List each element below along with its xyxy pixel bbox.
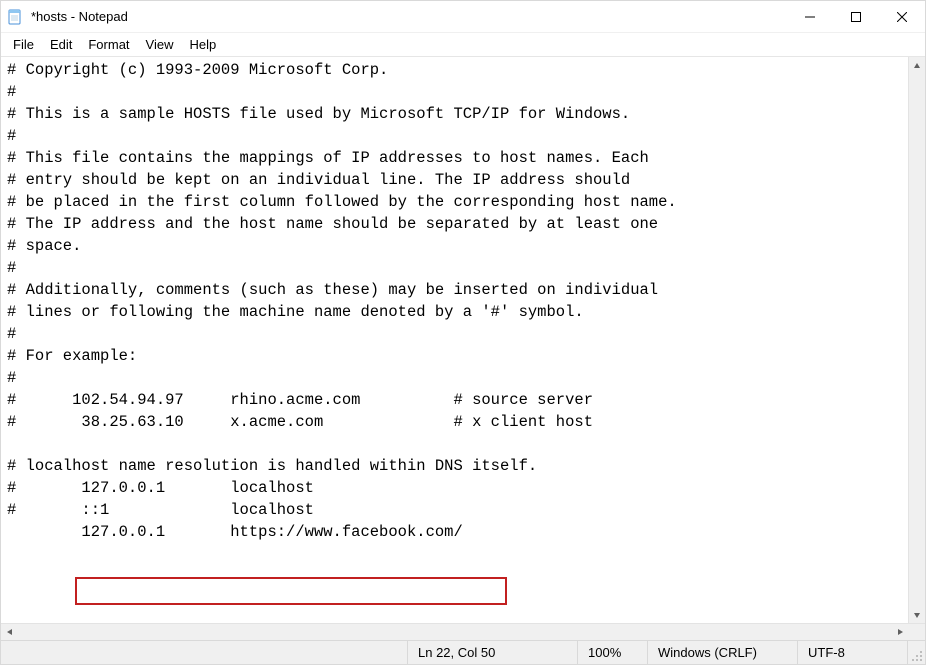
menu-help[interactable]: Help bbox=[181, 35, 224, 54]
text-editor[interactable]: # Copyright (c) 1993-2009 Microsoft Corp… bbox=[1, 57, 908, 623]
menu-file[interactable]: File bbox=[5, 35, 42, 54]
status-line-ending: Windows (CRLF) bbox=[647, 641, 797, 664]
minimize-button[interactable] bbox=[787, 1, 833, 33]
statusbar: Ln 22, Col 50 100% Windows (CRLF) UTF-8 bbox=[1, 640, 925, 664]
hscroll-track[interactable] bbox=[18, 624, 891, 640]
window-title: *hosts - Notepad bbox=[29, 9, 128, 24]
status-position: Ln 22, Col 50 bbox=[407, 641, 577, 664]
editor-wrap: # Copyright (c) 1993-2009 Microsoft Corp… bbox=[1, 57, 925, 623]
vertical-scrollbar[interactable] bbox=[908, 57, 925, 623]
vscroll-track[interactable] bbox=[909, 74, 925, 606]
menubar: File Edit Format View Help bbox=[1, 33, 925, 57]
scroll-left-arrow-icon[interactable] bbox=[1, 624, 18, 640]
scroll-down-arrow-icon[interactable] bbox=[909, 606, 925, 623]
status-zoom: 100% bbox=[577, 641, 647, 664]
notepad-icon bbox=[7, 9, 23, 25]
scrollbar-corner bbox=[908, 624, 925, 640]
scroll-right-arrow-icon[interactable] bbox=[891, 624, 908, 640]
titlebar[interactable]: *hosts - Notepad bbox=[1, 1, 925, 33]
menu-format[interactable]: Format bbox=[80, 35, 137, 54]
notepad-window: *hosts - Notepad File Edit Format View H… bbox=[0, 0, 926, 665]
scroll-up-arrow-icon[interactable] bbox=[909, 57, 925, 74]
app-icon-wrap bbox=[1, 9, 29, 25]
resize-grip-icon[interactable] bbox=[907, 641, 925, 664]
menu-edit[interactable]: Edit bbox=[42, 35, 80, 54]
maximize-button[interactable] bbox=[833, 1, 879, 33]
horizontal-scrollbar[interactable] bbox=[1, 623, 925, 640]
close-button[interactable] bbox=[879, 1, 925, 33]
status-encoding: UTF-8 bbox=[797, 641, 907, 664]
menu-view[interactable]: View bbox=[138, 35, 182, 54]
status-blank bbox=[1, 641, 407, 664]
